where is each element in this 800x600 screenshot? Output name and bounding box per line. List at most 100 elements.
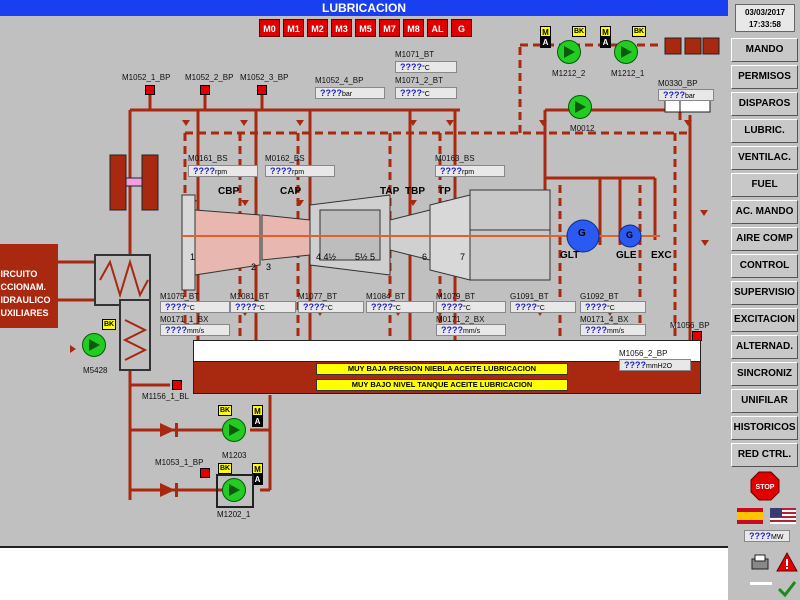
- pressure-sensor[interactable]: [145, 85, 155, 95]
- pressure-sensor[interactable]: [200, 468, 210, 478]
- nav-fuel[interactable]: FUEL: [731, 173, 798, 197]
- pump-icon[interactable]: [557, 40, 581, 64]
- pressure-sensor[interactable]: [200, 85, 210, 95]
- datetime-box: 03/03/2017 17:33:58: [735, 4, 795, 32]
- mode-m5-button[interactable]: M5: [355, 19, 376, 37]
- tag-m1052-3-bp: M1052_3_BP: [240, 73, 289, 82]
- value-g1091-bt[interactable]: ????°C: [510, 301, 576, 313]
- pump-icon[interactable]: [222, 478, 246, 502]
- tag-m0330-bp: M0330_BP: [658, 79, 698, 88]
- value-m1052-4-bp[interactable]: ????bar: [315, 87, 385, 99]
- nav-disparos[interactable]: DISPAROS: [731, 92, 798, 116]
- tag-m1056-bp: M1056_BP: [670, 321, 710, 330]
- tag-m0163-bs: M0163_BS: [435, 154, 475, 163]
- value-m0162-bs[interactable]: ????rpm: [265, 165, 335, 177]
- alarm-triangle-icon[interactable]: [776, 551, 798, 573]
- value-m1075-bt[interactable]: ????°C: [160, 301, 230, 313]
- alarm-banner: MUY BAJA PRESION NIEBLA ACEITE LUBRICACI…: [316, 363, 568, 375]
- auxiliary-hydraulic-circuit[interactable]: CIRCUITO ACCIONAM. HIDRAULICO AUXILIARES: [0, 244, 58, 328]
- breaker-indicator: BK: [218, 405, 232, 416]
- manual-indicator: M: [600, 26, 611, 37]
- tag-m1202-1: M1202_1: [217, 510, 251, 519]
- value-m1081-bt[interactable]: ????°C: [230, 301, 296, 313]
- nav-supervisio[interactable]: SUPERVISIO: [731, 281, 798, 305]
- value-m0171-2-bx[interactable]: ????mm/s: [436, 324, 506, 336]
- nav-ac-mando[interactable]: AC. MANDO: [731, 200, 798, 224]
- value-m0163-bs[interactable]: ????rpm: [435, 165, 505, 177]
- circuit-label-line: ACCIONAM.: [0, 282, 46, 292]
- tag-m1052-2-bp: M1052_2_BP: [185, 73, 234, 82]
- mode-m3-button[interactable]: M3: [331, 19, 352, 37]
- mode-m1-button[interactable]: M1: [283, 19, 304, 37]
- breaker-indicator: BK: [218, 463, 232, 474]
- tag-m0161-bs: M0161_BS: [188, 154, 228, 163]
- breaker-indicator: BK: [572, 26, 586, 37]
- tag-m1212-2: M1212_2: [552, 69, 586, 78]
- pump-icon[interactable]: [222, 418, 246, 442]
- mode-al-button[interactable]: AL: [427, 19, 448, 37]
- nav-permisos[interactable]: PERMISOS: [731, 65, 798, 89]
- tag-m5428: M5428: [83, 366, 108, 375]
- title-bar: LUBRICACION: [0, 0, 728, 16]
- auto-indicator: A: [540, 37, 551, 48]
- tag-m1052-4-bp: M1052_4_BP: [315, 76, 364, 85]
- auto-indicator: A: [600, 37, 611, 48]
- value-m0161-bs[interactable]: ????rpm: [188, 165, 258, 177]
- pump-icon[interactable]: [614, 40, 638, 64]
- tag-m1052-1-bp: M1052_1_BP: [122, 73, 171, 82]
- nav-unifilar[interactable]: UNIFILAR: [731, 389, 798, 413]
- nav-aire-comp[interactable]: AIRE COMP: [731, 227, 798, 251]
- value-g1092-bt[interactable]: ????°C: [580, 301, 646, 313]
- nav-control[interactable]: CONTROL: [731, 254, 798, 278]
- section-tap: TAP: [380, 186, 400, 197]
- nav-alternad[interactable]: ALTERNAD.: [731, 335, 798, 359]
- circuit-label-line: AUXILIARES: [0, 308, 49, 318]
- pump-icon[interactable]: [568, 95, 592, 119]
- mode-m0-button[interactable]: M0: [259, 19, 280, 37]
- divider: [750, 582, 772, 585]
- auto-indicator: A: [252, 416, 263, 427]
- nav-sincroniz[interactable]: SINCRONIZ: [731, 362, 798, 386]
- stop-label: STOP: [756, 484, 775, 491]
- generator-symbol: G: [578, 228, 586, 239]
- value-m1079-bt[interactable]: ????°C: [436, 301, 506, 313]
- level-sensor[interactable]: [172, 380, 182, 390]
- breaker-indicator: BK: [632, 26, 646, 37]
- section-tp: TP: [438, 186, 451, 197]
- spain-flag-icon[interactable]: [737, 508, 763, 524]
- value-m1077-bt[interactable]: ????°C: [298, 301, 364, 313]
- section-exc: EXC: [651, 250, 672, 261]
- nav-excitacion[interactable]: EXCITACION: [731, 308, 798, 332]
- value-m1056-2-bp[interactable]: ????mmH2O: [619, 359, 691, 371]
- printer-icon[interactable]: [750, 553, 772, 575]
- usa-flag-icon[interactable]: [770, 508, 796, 524]
- value-m1084-bt[interactable]: ????°C: [366, 301, 434, 313]
- stop-icon[interactable]: STOP: [750, 471, 780, 501]
- nav-ventilac[interactable]: VENTILAC.: [731, 146, 798, 170]
- value-m1071-2-bt[interactable]: ????°C: [395, 87, 457, 99]
- nav-lubric[interactable]: LUBRIC.: [731, 119, 798, 143]
- nav-historicos[interactable]: HISTORICOS: [731, 416, 798, 440]
- value-m0330-bp[interactable]: ????bar: [658, 89, 714, 101]
- power-value[interactable]: ????MW: [744, 530, 790, 542]
- pressure-sensor[interactable]: [257, 85, 267, 95]
- section-glt: GLT: [560, 250, 580, 261]
- time-text: 17:33:58: [748, 20, 782, 29]
- value-m0171-1-bx[interactable]: ????mm/s: [160, 324, 230, 336]
- mode-m8-button[interactable]: M8: [403, 19, 424, 37]
- nav-red-ctrl[interactable]: RED CTRL.: [731, 443, 798, 467]
- value-m1071-bt[interactable]: ????°C: [395, 61, 457, 73]
- circuit-label-line: CIRCUITO: [0, 269, 38, 279]
- tag-m1071-2-bt: M1071_2_BT: [395, 76, 444, 85]
- section-cap: CAP: [280, 186, 302, 197]
- value-m0171-4-bx[interactable]: ????mm/s: [580, 324, 646, 336]
- bearing-5: 5½ 5: [355, 252, 376, 262]
- nav-mando[interactable]: MANDO: [731, 38, 798, 62]
- check-icon[interactable]: [776, 577, 798, 599]
- mode-g-button[interactable]: G: [451, 19, 472, 37]
- tag-m0162-bs: M0162_BS: [265, 154, 305, 163]
- mode-m7-button[interactable]: M7: [379, 19, 400, 37]
- piping-diagram: [58, 37, 720, 500]
- mode-m2-button[interactable]: M2: [307, 19, 328, 37]
- pump-icon[interactable]: [82, 333, 106, 357]
